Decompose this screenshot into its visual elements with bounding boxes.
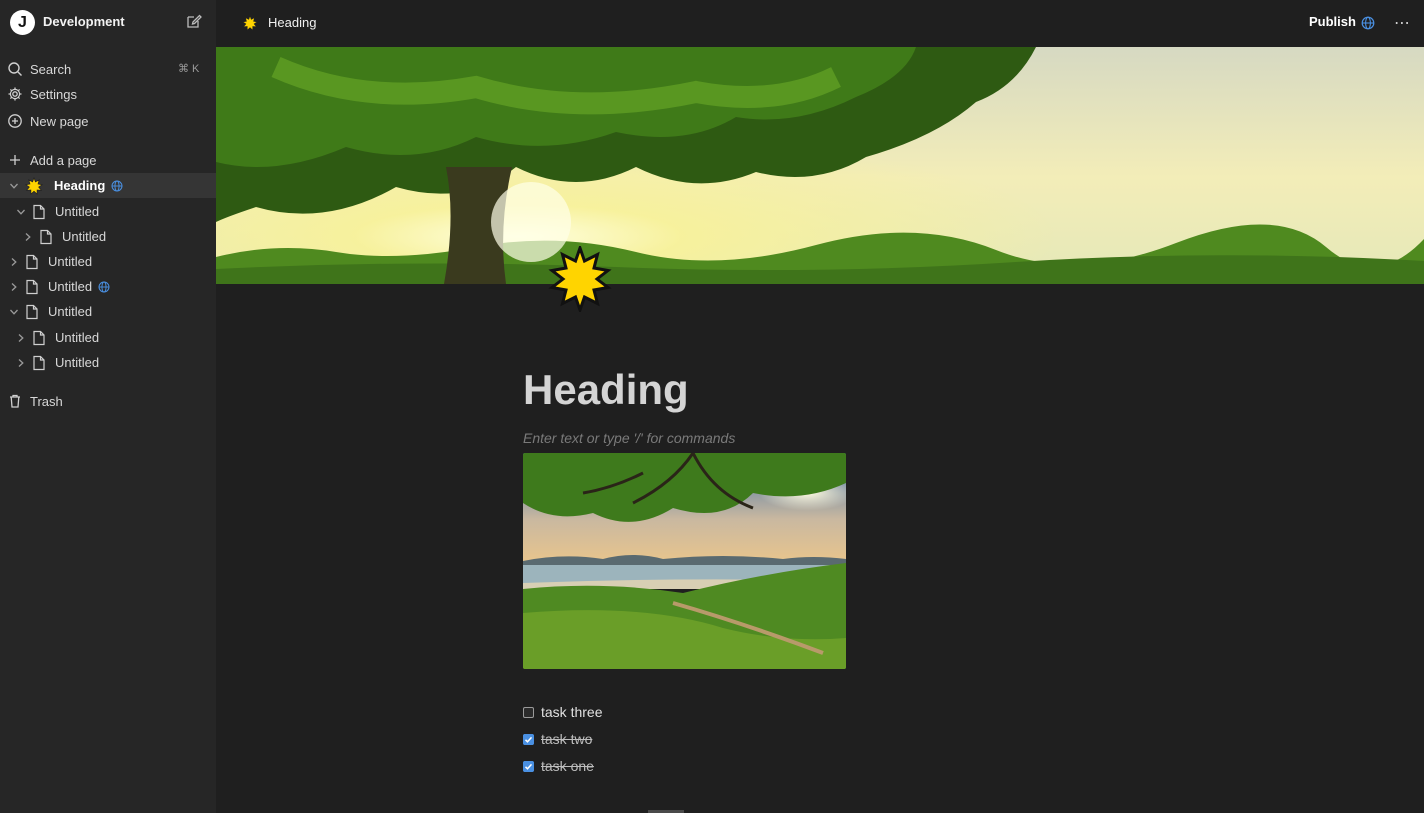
page-tree-label: Untitled <box>48 279 93 294</box>
chevron-right-icon[interactable] <box>9 257 19 267</box>
page-tree-label: Untitled <box>55 330 100 345</box>
cover-forest-sunset-picture <box>216 47 1424 284</box>
beach-tree-picture <box>523 453 846 669</box>
chevron-right-icon[interactable] <box>9 282 19 292</box>
page-icon <box>26 279 38 295</box>
page-icon <box>40 229 52 245</box>
todo-checkbox[interactable] <box>523 707 534 718</box>
page-emoji-icon[interactable] <box>547 246 613 312</box>
settings-label: Settings <box>30 87 77 102</box>
page-icon <box>26 304 38 320</box>
todo-item: task one <box>523 757 823 779</box>
chevron-right-icon[interactable] <box>23 232 33 242</box>
sun-emoji-icon <box>25 177 43 195</box>
workspace-name: Development <box>43 14 125 29</box>
globe-icon <box>1361 16 1375 30</box>
compose-icon[interactable] <box>186 13 202 29</box>
search-label: Search <box>30 62 72 77</box>
add-page-label: Add a page <box>30 153 97 168</box>
gear-icon <box>8 87 22 101</box>
page-tree-item[interactable]: Untitled <box>0 249 216 274</box>
text-block-placeholder[interactable]: Enter text or type '/' for commands <box>523 430 735 446</box>
page-tree-label: Untitled <box>48 304 93 319</box>
page-tree-label: Untitled <box>55 355 100 370</box>
chevron-right-icon[interactable] <box>16 358 26 368</box>
page-icon <box>33 355 45 371</box>
chevron-down-icon[interactable] <box>9 307 19 317</box>
page-icon <box>26 254 38 270</box>
page-tree-label: Untitled <box>62 229 107 244</box>
trash-icon <box>10 394 20 408</box>
page-tree-label: Untitled <box>48 254 93 269</box>
todo-text[interactable]: task two <box>541 731 592 747</box>
new-page-nav-item[interactable]: New page <box>0 109 216 133</box>
page-tree-item[interactable]: Untitled <box>0 224 216 249</box>
more-options-button[interactable]: ⋯ <box>1394 13 1411 33</box>
page-tree-item[interactable]: Heading <box>0 173 216 198</box>
settings-nav-item[interactable]: Settings <box>0 82 216 106</box>
todo-checkbox-checked[interactable] <box>523 761 534 772</box>
page-tree-item[interactable]: Untitled <box>0 350 216 375</box>
page-icon <box>33 204 45 220</box>
add-page-button[interactable]: Add a page <box>0 148 216 172</box>
chevron-down-icon[interactable] <box>9 181 19 191</box>
plus-icon <box>10 155 20 165</box>
globe-icon <box>98 281 110 293</box>
trash-nav-item[interactable]: Trash <box>0 389 216 413</box>
workspace-switcher[interactable]: J Development <box>0 0 216 46</box>
trash-label: Trash <box>30 394 63 409</box>
publish-button[interactable]: Publish <box>1309 14 1356 29</box>
page-tree-label: Untitled <box>55 204 100 219</box>
sidebar: J Development Search ⌘ K Settings New pa… <box>0 0 216 813</box>
todo-item: task two <box>523 730 823 752</box>
sun-emoji-icon <box>242 15 258 31</box>
chevron-down-icon[interactable] <box>16 207 26 217</box>
todo-checkbox-checked[interactable] <box>523 734 534 745</box>
page-title[interactable]: Heading <box>523 366 689 414</box>
search-nav-item[interactable]: Search ⌘ K <box>0 57 216 81</box>
search-icon <box>8 62 22 76</box>
plus-circle-icon <box>8 114 22 128</box>
globe-icon <box>111 180 123 192</box>
page-tree-item[interactable]: Untitled <box>0 325 216 350</box>
page-tree-item[interactable]: Untitled <box>0 199 216 224</box>
todo-text[interactable]: task three <box>541 704 602 720</box>
new-page-label: New page <box>30 114 89 129</box>
cover-image[interactable] <box>216 47 1424 284</box>
page-tree-item[interactable]: Untitled <box>0 299 216 324</box>
page-icon <box>33 330 45 346</box>
chevron-right-icon[interactable] <box>16 333 26 343</box>
top-bar: Heading Publish ⋯ <box>216 0 1424 46</box>
page-tree-item[interactable]: Untitled <box>0 274 216 299</box>
page-tree-label: Heading <box>54 178 106 193</box>
breadcrumb-label: Heading <box>268 15 317 30</box>
image-block[interactable] <box>523 453 846 669</box>
todo-item: task three <box>523 703 823 725</box>
todo-text[interactable]: task one <box>541 758 594 774</box>
search-shortcut: ⌘ K <box>178 63 200 75</box>
workspace-logo: J <box>10 10 35 35</box>
app-window: J Development Search ⌘ K Settings New pa… <box>0 0 1424 813</box>
